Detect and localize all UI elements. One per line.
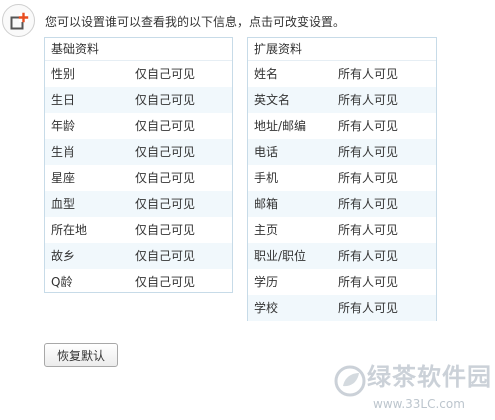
- visibility-setting[interactable]: 仅自己可见: [135, 243, 195, 269]
- visibility-setting[interactable]: 仅自己可见: [135, 139, 195, 165]
- field-label: 年龄: [51, 119, 76, 133]
- field-label: 故乡: [51, 249, 76, 263]
- field-label: 主页: [254, 223, 279, 237]
- basic-info-row[interactable]: 性别 仅自己可见: [45, 61, 232, 87]
- basic-info-row[interactable]: 生日 仅自己可见: [45, 87, 232, 113]
- extended-info-row[interactable]: 邮箱 所有人可见: [248, 191, 436, 217]
- field-label: Q龄: [51, 275, 73, 289]
- visibility-setting[interactable]: 仅自己可见: [135, 165, 195, 191]
- field-label: 英文名: [254, 93, 291, 107]
- visibility-setting[interactable]: 所有人可见: [338, 295, 398, 321]
- visibility-setting[interactable]: 仅自己可见: [135, 61, 195, 87]
- basic-info-title: 基础资料: [45, 38, 232, 61]
- field-label: 学校: [254, 301, 279, 315]
- visibility-setting[interactable]: 所有人可见: [338, 61, 398, 87]
- field-label: 生肖: [51, 145, 76, 159]
- site-watermark: 绿茶软件园 www.33LC.com: [333, 360, 493, 418]
- extended-info-title: 扩展资料: [248, 38, 436, 61]
- field-label: 血型: [51, 197, 76, 211]
- basic-info-list: 性别 仅自己可见 生日 仅自己可见 年龄 仅自己可见 生肖 仅自己可见 星座 仅…: [45, 61, 232, 295]
- visibility-setting[interactable]: 所有人可见: [338, 269, 398, 295]
- leaf-logo-icon: [334, 365, 366, 397]
- visibility-setting[interactable]: 所有人可见: [338, 217, 398, 243]
- extended-info-panel: 扩展资料 姓名 所有人可见 英文名 所有人可见 地址/邮编 所有人可见 电话 所…: [247, 37, 437, 321]
- field-label: 手机: [254, 171, 279, 185]
- field-label: 职业/职位: [254, 249, 307, 263]
- visibility-setting[interactable]: 所有人可见: [338, 87, 398, 113]
- visibility-setting[interactable]: 仅自己可见: [135, 87, 195, 113]
- visibility-setting[interactable]: 仅自己可见: [135, 113, 195, 139]
- basic-info-row[interactable]: 所在地 仅自己可见: [45, 217, 232, 243]
- visibility-setting[interactable]: 仅自己可见: [135, 269, 195, 295]
- field-label: 学历: [254, 275, 279, 289]
- field-label: 性别: [51, 67, 76, 81]
- basic-info-row[interactable]: 生肖 仅自己可见: [45, 139, 232, 165]
- restore-default-button[interactable]: 恢复默认: [44, 343, 118, 367]
- basic-info-row[interactable]: 故乡 仅自己可见: [45, 243, 232, 269]
- profile-add-icon: [2, 4, 35, 37]
- visibility-setting[interactable]: 所有人可见: [338, 243, 398, 269]
- extended-info-row[interactable]: 学历 所有人可见: [248, 269, 436, 295]
- field-label: 邮箱: [254, 197, 279, 211]
- field-label: 星座: [51, 171, 76, 185]
- extended-info-row[interactable]: 地址/邮编 所有人可见: [248, 113, 436, 139]
- extended-info-row[interactable]: 姓名 所有人可见: [248, 61, 436, 87]
- extended-info-row[interactable]: 主页 所有人可见: [248, 217, 436, 243]
- field-label: 姓名: [254, 67, 279, 81]
- extended-info-row[interactable]: 学校 所有人可见: [248, 295, 436, 321]
- extended-info-row[interactable]: 英文名 所有人可见: [248, 87, 436, 113]
- visibility-setting[interactable]: 仅自己可见: [135, 217, 195, 243]
- field-label: 生日: [51, 93, 76, 107]
- field-label: 地址/邮编: [254, 119, 307, 133]
- basic-info-row[interactable]: 星座 仅自己可见: [45, 165, 232, 191]
- basic-info-row[interactable]: 年龄 仅自己可见: [45, 113, 232, 139]
- field-label: 电话: [254, 145, 279, 159]
- extended-info-list: 姓名 所有人可见 英文名 所有人可见 地址/邮编 所有人可见 电话 所有人可见 …: [248, 61, 436, 321]
- visibility-setting[interactable]: 所有人可见: [338, 165, 398, 191]
- visibility-setting[interactable]: 所有人可见: [338, 191, 398, 217]
- visibility-setting[interactable]: 所有人可见: [338, 113, 398, 139]
- visibility-setting[interactable]: 仅自己可见: [135, 191, 195, 217]
- watermark-brand: 绿茶软件园: [367, 363, 492, 391]
- extended-info-row[interactable]: 手机 所有人可见: [248, 165, 436, 191]
- visibility-setting[interactable]: 所有人可见: [338, 139, 398, 165]
- basic-info-row[interactable]: 血型 仅自己可见: [45, 191, 232, 217]
- privacy-intro-text: 您可以设置谁可以查看我的以下信息，点击可改变设置。: [45, 15, 346, 29]
- basic-info-panel: 基础资料 性别 仅自己可见 生日 仅自己可见 年龄 仅自己可见 生肖 仅自己可见…: [44, 37, 233, 293]
- field-label: 所在地: [51, 223, 88, 237]
- extended-info-row[interactable]: 职业/职位 所有人可见: [248, 243, 436, 269]
- watermark-url: www.33LC.com: [373, 397, 465, 411]
- extended-info-row[interactable]: 电话 所有人可见: [248, 139, 436, 165]
- basic-info-row[interactable]: Q龄 仅自己可见: [45, 269, 232, 295]
